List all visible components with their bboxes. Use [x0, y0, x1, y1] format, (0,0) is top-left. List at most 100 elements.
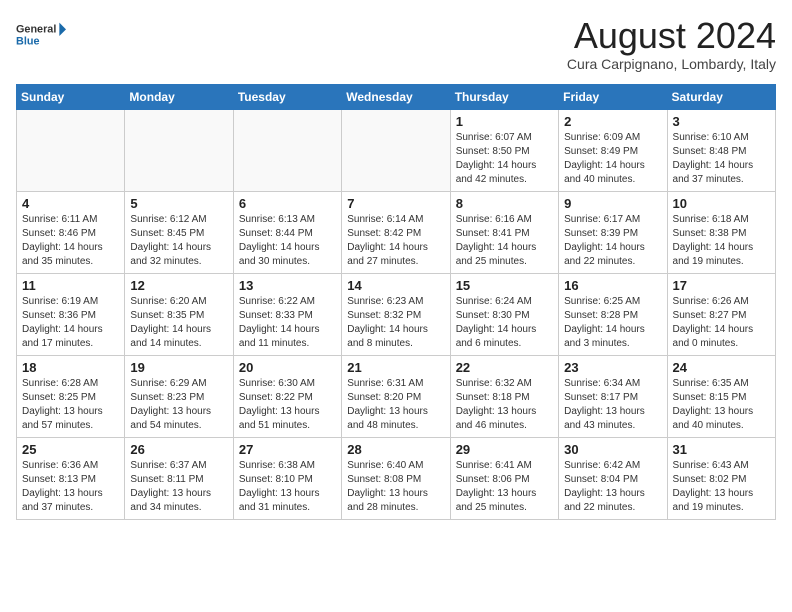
calendar-cell: 22 Sunrise: 6:32 AM Sunset: 8:18 PM Dayli…: [450, 355, 558, 437]
calendar-cell: 1 Sunrise: 6:07 AM Sunset: 8:50 PM Daylig…: [450, 109, 558, 191]
calendar-cell: 27 Sunrise: 6:38 AM Sunset: 8:10 PM Dayli…: [233, 437, 341, 519]
calendar-cell: 16 Sunrise: 6:25 AM Sunset: 8:28 PM Dayli…: [559, 273, 667, 355]
calendar-cell: 26 Sunrise: 6:37 AM Sunset: 8:11 PM Dayli…: [125, 437, 233, 519]
day-info: Sunrise: 6:19 AM Sunset: 8:36 PM Dayligh…: [22, 295, 119, 351]
svg-text:General: General: [16, 24, 56, 36]
weekday-header: Saturday: [667, 84, 775, 109]
calendar-cell: 25 Sunrise: 6:36 AM Sunset: 8:13 PM Dayli…: [17, 437, 125, 519]
month-title: August 2024: [567, 16, 776, 56]
calendar-cell: 21 Sunrise: 6:31 AM Sunset: 8:20 PM Dayli…: [342, 355, 450, 437]
calendar-week-row: 4Sunrise: 6:11 AM Sunset: 8:46 PM Daylig…: [17, 191, 776, 273]
day-info: Sunrise: 6:20 AM Sunset: 8:35 PM Dayligh…: [130, 295, 227, 351]
day-number: 12: [130, 278, 227, 293]
day-number: 15: [456, 278, 553, 293]
calendar-cell: 9 Sunrise: 6:17 AM Sunset: 8:39 PM Daylig…: [559, 191, 667, 273]
day-number: 1: [456, 114, 553, 129]
day-number: 20: [239, 360, 336, 375]
day-info: Sunrise: 6:32 AM Sunset: 8:18 PM Dayligh…: [456, 377, 553, 433]
day-info: Sunrise: 6:41 AM Sunset: 8:06 PM Dayligh…: [456, 459, 553, 515]
day-number: 7: [347, 196, 444, 211]
calendar-cell: 7 Sunrise: 6:14 AM Sunset: 8:42 PM Daylig…: [342, 191, 450, 273]
day-info: Sunrise: 6:42 AM Sunset: 8:04 PM Dayligh…: [564, 459, 661, 515]
day-info: Sunrise: 6:25 AM Sunset: 8:28 PM Dayligh…: [564, 295, 661, 351]
calendar-cell: 3 Sunrise: 6:10 AM Sunset: 8:48 PM Daylig…: [667, 109, 775, 191]
day-info: Sunrise: 6:18 AM Sunset: 8:38 PM Dayligh…: [673, 213, 770, 269]
calendar-cell: 23Sunrise: 6:34 AM Sunset: 8:17 PM Dayli…: [559, 355, 667, 437]
day-info: Sunrise: 6:38 AM Sunset: 8:10 PM Dayligh…: [239, 459, 336, 515]
day-number: 6: [239, 196, 336, 211]
weekday-header: Thursday: [450, 84, 558, 109]
day-number: 22: [456, 360, 553, 375]
day-info: Sunrise: 6:17 AM Sunset: 8:39 PM Dayligh…: [564, 213, 661, 269]
day-info: Sunrise: 6:26 AM Sunset: 8:27 PM Dayligh…: [673, 295, 770, 351]
calendar-cell: 12 Sunrise: 6:20 AM Sunset: 8:35 PM Dayli…: [125, 273, 233, 355]
calendar-cell: 30 Sunrise: 6:42 AM Sunset: 8:04 PM Dayli…: [559, 437, 667, 519]
day-number: 3: [673, 114, 770, 129]
calendar-cell: 17 Sunrise: 6:26 AM Sunset: 8:27 PM Dayli…: [667, 273, 775, 355]
day-number: 8: [456, 196, 553, 211]
calendar-cell: 18Sunrise: 6:28 AM Sunset: 8:25 PM Dayli…: [17, 355, 125, 437]
day-number: 19: [130, 360, 227, 375]
day-number: 24: [673, 360, 770, 375]
calendar-cell: 19 Sunrise: 6:29 AM Sunset: 8:23 PM Dayli…: [125, 355, 233, 437]
calendar-cell: [125, 109, 233, 191]
day-number: 26: [130, 442, 227, 457]
calendar-cell: 28 Sunrise: 6:40 AM Sunset: 8:08 PM Dayli…: [342, 437, 450, 519]
day-info: Sunrise: 6:14 AM Sunset: 8:42 PM Dayligh…: [347, 213, 444, 269]
calendar-cell: 4Sunrise: 6:11 AM Sunset: 8:46 PM Daylig…: [17, 191, 125, 273]
calendar-cell: 10Sunrise: 6:18 AM Sunset: 8:38 PM Dayli…: [667, 191, 775, 273]
calendar-cell: 29Sunrise: 6:41 AM Sunset: 8:06 PM Dayli…: [450, 437, 558, 519]
day-number: 17: [673, 278, 770, 293]
day-number: 14: [347, 278, 444, 293]
weekday-header-row: SundayMondayTuesdayWednesdayThursdayFrid…: [17, 84, 776, 109]
day-info: Sunrise: 6:13 AM Sunset: 8:44 PM Dayligh…: [239, 213, 336, 269]
day-info: Sunrise: 6:36 AM Sunset: 8:13 PM Dayligh…: [22, 459, 119, 515]
day-number: 21: [347, 360, 444, 375]
calendar-cell: [17, 109, 125, 191]
day-number: 18: [22, 360, 119, 375]
day-info: Sunrise: 6:23 AM Sunset: 8:32 PM Dayligh…: [347, 295, 444, 351]
day-number: 30: [564, 442, 661, 457]
day-info: Sunrise: 6:37 AM Sunset: 8:11 PM Dayligh…: [130, 459, 227, 515]
day-number: 31: [673, 442, 770, 457]
weekday-header: Wednesday: [342, 84, 450, 109]
page-header: General Blue August 2024 Cura Carpignano…: [16, 16, 776, 72]
day-info: Sunrise: 6:34 AM Sunset: 8:17 PM Dayligh…: [564, 377, 661, 433]
day-info: Sunrise: 6:30 AM Sunset: 8:22 PM Dayligh…: [239, 377, 336, 433]
day-info: Sunrise: 6:29 AM Sunset: 8:23 PM Dayligh…: [130, 377, 227, 433]
calendar-cell: [342, 109, 450, 191]
day-info: Sunrise: 6:40 AM Sunset: 8:08 PM Dayligh…: [347, 459, 444, 515]
day-number: 27: [239, 442, 336, 457]
day-number: 2: [564, 114, 661, 129]
calendar-cell: [233, 109, 341, 191]
calendar-cell: 8Sunrise: 6:16 AM Sunset: 8:41 PM Daylig…: [450, 191, 558, 273]
day-number: 16: [564, 278, 661, 293]
day-number: 9: [564, 196, 661, 211]
location-title: Cura Carpignano, Lombardy, Italy: [567, 56, 776, 72]
weekday-header: Monday: [125, 84, 233, 109]
day-number: 5: [130, 196, 227, 211]
calendar-table: SundayMondayTuesdayWednesdayThursdayFrid…: [16, 84, 776, 520]
day-info: Sunrise: 6:31 AM Sunset: 8:20 PM Dayligh…: [347, 377, 444, 433]
calendar-cell: 20 Sunrise: 6:30 AM Sunset: 8:22 PM Dayli…: [233, 355, 341, 437]
day-number: 13: [239, 278, 336, 293]
day-info: Sunrise: 6:10 AM Sunset: 8:48 PM Dayligh…: [673, 131, 770, 187]
calendar-cell: 15Sunrise: 6:24 AM Sunset: 8:30 PM Dayli…: [450, 273, 558, 355]
calendar-week-row: 1 Sunrise: 6:07 AM Sunset: 8:50 PM Daylig…: [17, 109, 776, 191]
calendar-cell: 13Sunrise: 6:22 AM Sunset: 8:33 PM Dayli…: [233, 273, 341, 355]
calendar-cell: 14 Sunrise: 6:23 AM Sunset: 8:32 PM Dayli…: [342, 273, 450, 355]
day-number: 28: [347, 442, 444, 457]
day-info: Sunrise: 6:07 AM Sunset: 8:50 PM Dayligh…: [456, 131, 553, 187]
day-number: 4: [22, 196, 119, 211]
weekday-header: Friday: [559, 84, 667, 109]
logo: General Blue: [16, 16, 66, 56]
svg-text:Blue: Blue: [16, 35, 39, 47]
calendar-cell: 6 Sunrise: 6:13 AM Sunset: 8:44 PM Daylig…: [233, 191, 341, 273]
calendar-cell: 11Sunrise: 6:19 AM Sunset: 8:36 PM Dayli…: [17, 273, 125, 355]
calendar-cell: 31 Sunrise: 6:43 AM Sunset: 8:02 PM Dayli…: [667, 437, 775, 519]
title-block: August 2024 Cura Carpignano, Lombardy, I…: [567, 16, 776, 72]
day-info: Sunrise: 6:09 AM Sunset: 8:49 PM Dayligh…: [564, 131, 661, 187]
day-info: Sunrise: 6:43 AM Sunset: 8:02 PM Dayligh…: [673, 459, 770, 515]
calendar-week-row: 25 Sunrise: 6:36 AM Sunset: 8:13 PM Dayli…: [17, 437, 776, 519]
day-number: 25: [22, 442, 119, 457]
